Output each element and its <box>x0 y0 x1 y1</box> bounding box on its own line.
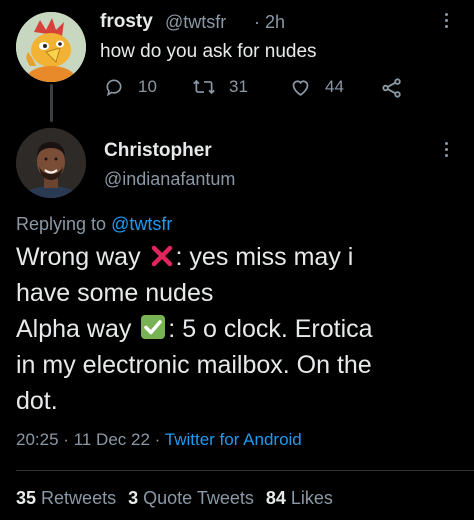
parent-timestamp[interactable]: 2h <box>265 12 285 33</box>
meta-separator: · <box>154 430 161 449</box>
replying-to: Replying to @twtsfr <box>16 214 172 235</box>
share-button[interactable] <box>381 77 403 99</box>
likes-count: 84 <box>265 488 286 508</box>
retweet-button[interactable]: 31 <box>193 77 248 97</box>
replying-to-label: Replying to <box>16 214 107 234</box>
quotes-stat[interactable]: 3 Quote Tweets <box>128 488 254 508</box>
retweet-count: 31 <box>229 77 248 96</box>
tweet-line-text: Alpha way <box>16 315 139 343</box>
tweet-line: Wrong way : yes miss may i <box>16 239 466 275</box>
reply-button[interactable]: 10 <box>104 77 157 97</box>
parent-tweet-text: how do you ask for nudes <box>100 41 317 62</box>
main-display-name[interactable]: Christopher <box>104 140 212 162</box>
tweet-line-text: Wrong way <box>16 243 148 271</box>
parent-avatar[interactable] <box>16 12 86 82</box>
reply-icon <box>104 77 124 97</box>
tweet-line-text: : 5 o clock. Erotica <box>168 315 373 343</box>
parent-display-name[interactable]: frosty <box>100 11 153 33</box>
retweets-label: Retweets <box>41 488 117 508</box>
retweets-count: 35 <box>16 488 37 508</box>
heart-icon <box>290 77 311 97</box>
retweets-stat[interactable]: 35 Retweets <box>16 488 116 508</box>
cross-mark-emoji <box>150 242 174 267</box>
divider <box>16 470 474 471</box>
check-mark-button-emoji <box>140 314 166 340</box>
share-icon <box>381 77 403 99</box>
tweet-stats: 35 Retweets 3 Quote Tweets 84 Likes <box>16 488 333 509</box>
likes-stat[interactable]: 84 Likes <box>266 488 333 508</box>
more-options-icon[interactable] <box>443 13 449 28</box>
tweet-line: Alpha way : 5 o clock. Erotica <box>16 311 466 347</box>
parent-separator: · <box>254 12 260 32</box>
more-options-icon[interactable] <box>443 142 449 157</box>
likes-label: Likes <box>290 488 333 508</box>
main-avatar[interactable] <box>16 128 86 198</box>
reply-count: 10 <box>138 77 157 96</box>
tweet-source[interactable]: Twitter for Android <box>165 430 302 449</box>
tweet-date[interactable]: 11 Dec 22 <box>74 430 150 449</box>
like-button[interactable]: 44 <box>290 77 344 97</box>
quotes-count: 3 <box>128 488 139 508</box>
tweet-line-text: : yes miss may i <box>175 243 354 271</box>
like-count: 44 <box>325 77 344 96</box>
tweet-line: dot. <box>16 387 58 415</box>
tweet-meta: 20:25 · 11 Dec 22 · Twitter for Android <box>16 430 302 450</box>
meta-separator: · <box>63 430 69 449</box>
replying-to-mention[interactable]: @twtsfr <box>111 214 172 234</box>
quotes-label: Quote Tweets <box>143 488 254 508</box>
main-tweet-text: Wrong way : yes miss may i have some nud… <box>16 239 466 419</box>
retweet-icon <box>193 77 215 97</box>
tweet-line: in my electronic mailbox. On the <box>16 351 372 379</box>
tweet-line: have some nudes <box>16 279 214 307</box>
parent-handle[interactable]: @twtsfr <box>165 12 226 33</box>
main-handle[interactable]: @indianafantum <box>104 169 235 190</box>
thread-connector-line <box>50 84 53 122</box>
tweet-time[interactable]: 20:25 <box>16 430 59 449</box>
